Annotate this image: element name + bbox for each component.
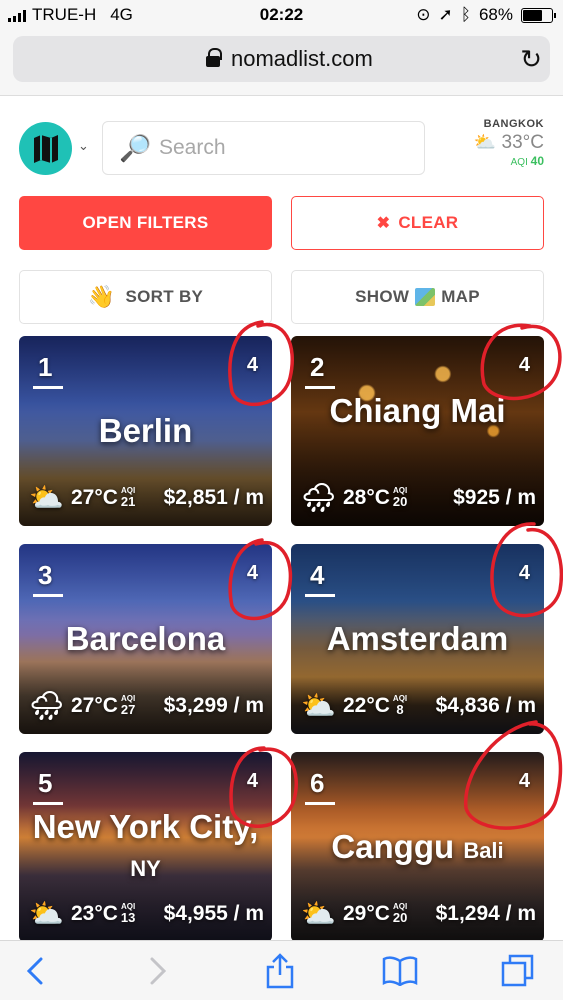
aqi-value: 21 (120, 494, 136, 509)
chevron-down-icon[interactable]: ⌄ (78, 138, 89, 154)
city-name: Canggu Bali (331, 828, 504, 865)
city-name: Barcelona (65, 620, 226, 657)
city-cost: $4,836 / m (435, 693, 536, 717)
share-icon (266, 953, 294, 989)
aqi-value: 20 (392, 910, 408, 925)
search-input[interactable] (159, 133, 409, 163)
city-score: 4 (518, 562, 530, 584)
clear-label: CLEAR (398, 213, 459, 232)
city-temp: 27°C (71, 693, 118, 717)
city-card-canggu[interactable]: 6 4 Canggu Bali ⛅ 29°C AQI 20 $1,294 / m (291, 752, 544, 942)
city-temp: 28°C (343, 485, 390, 509)
city-card-chiang-mai[interactable]: 2 4 Chiang Mai 🌧 28°C AQI 20 $925 / m (291, 336, 544, 526)
partly-cloudy-icon: ⛅ (473, 132, 497, 152)
address-bar[interactable]: nomadlist.com ↻ (13, 36, 550, 82)
city-temp: 29°C (343, 901, 390, 925)
city-rank: 2 (310, 352, 325, 382)
city-name: Amsterdam (326, 620, 509, 657)
weather-temp: 33°C (501, 132, 544, 153)
city-rank: 1 (38, 352, 53, 382)
city-cost: $925 / m (453, 485, 536, 509)
aqi-value: 8 (396, 702, 404, 717)
search-icon: 🔎 (119, 133, 152, 163)
map-icon (415, 288, 436, 306)
weather-aqi-value: 40 (530, 154, 544, 168)
chevron-right-icon (150, 957, 167, 985)
aqi-value: 13 (120, 910, 136, 925)
url-text: nomadlist.com (231, 46, 373, 71)
city-temp: 23°C (71, 901, 118, 925)
forward-button[interactable] (128, 951, 188, 991)
rain-icon: 🌧 (301, 482, 337, 513)
location-icon: ➚ (438, 5, 453, 24)
city-score: 4 (518, 770, 530, 792)
status-bar: TRUE-H 4G 02:22 ⊙ ➚ ᛒ 68% (0, 0, 563, 30)
city-rank: 4 (310, 560, 325, 590)
city-card-new-york[interactable]: 5 4 New York City, NY ⛅ 23°C AQI 13 $4,95… (19, 752, 272, 942)
weather-aqi-label: AQI (510, 157, 528, 168)
open-filters-label: OPEN FILTERS (82, 213, 209, 232)
city-score: 4 (246, 354, 258, 376)
city-cost: $3,299 / m (163, 693, 264, 717)
sort-by-label: SORT BY (125, 287, 204, 306)
map-logo-icon (33, 134, 58, 163)
chevron-left-icon (26, 957, 43, 985)
partly-cloudy-icon: ⛅ (301, 898, 336, 929)
tabs-icon (501, 954, 534, 987)
city-rank: 6 (310, 768, 325, 798)
browser-toolbar (0, 940, 563, 1000)
bluetooth-icon: ᛒ (460, 5, 471, 24)
city-name: Chiang Mai (329, 392, 506, 429)
partly-cloudy-icon: ⛅ (29, 898, 64, 929)
city-card-berlin[interactable]: 1 4 Berlin ⛅ 27°C AQI 21 $2,851 / m (19, 336, 272, 526)
back-button[interactable] (5, 951, 65, 991)
city-name: New York City, NY (32, 808, 259, 881)
city-cost: $4,955 / m (163, 901, 264, 925)
aqi-value: 27 (120, 702, 136, 717)
orientation-lock-icon: ⊙ (416, 5, 431, 24)
weather-city: BANGKOK (483, 118, 544, 130)
rain-icon: 🌧 (29, 690, 65, 721)
search-box[interactable]: 🔎 (102, 121, 425, 175)
battery-icon (521, 7, 556, 23)
open-filters-button[interactable]: OPEN FILTERS (19, 196, 272, 250)
city-card-barcelona[interactable]: 3 4 Barcelona 🌧 27°C AQI 27 $3,299 / m (19, 544, 272, 734)
partly-cloudy-icon: ⛅ (29, 482, 64, 513)
bookmarks-button[interactable] (370, 951, 430, 991)
city-score: 4 (246, 562, 258, 584)
nomadlist-logo[interactable] (19, 122, 72, 175)
battery-percent: 68% (478, 5, 513, 24)
city-rank: 5 (38, 768, 53, 798)
partly-cloudy-icon: ⛅ (301, 690, 336, 721)
close-icon: ✖ (376, 215, 391, 232)
share-button[interactable] (250, 951, 310, 991)
clear-button[interactable]: ✖ CLEAR (291, 196, 544, 250)
city-rank: 3 (38, 560, 53, 590)
local-weather: BANGKOK ⛅ 33°C AQI 40 (454, 118, 544, 168)
browser-chrome: nomadlist.com ↻ (0, 30, 563, 96)
city-cost: $1,294 / m (435, 901, 536, 925)
waving-hand-icon: 👋 (87, 284, 116, 309)
lock-icon (206, 48, 222, 67)
city-temp: 27°C (71, 485, 118, 509)
city-card-amsterdam[interactable]: 4 4 Amsterdam ⛅ 22°C AQI 8 $4,836 / m (291, 544, 544, 734)
city-score: 4 (246, 770, 258, 792)
map-label: MAP (441, 287, 480, 306)
aqi-value: 20 (392, 494, 408, 509)
city-score: 4 (518, 354, 530, 376)
reload-icon[interactable]: ↻ (520, 46, 542, 72)
tabs-button[interactable] (488, 951, 548, 991)
city-name: Berlin (98, 412, 193, 449)
city-temp: 22°C (343, 693, 390, 717)
sort-by-button[interactable]: 👋 SORT BY (19, 270, 272, 324)
show-map-button[interactable]: SHOW MAP (291, 270, 544, 324)
city-cost: $2,851 / m (163, 485, 264, 509)
show-label: SHOW (355, 287, 410, 306)
book-icon (382, 956, 418, 986)
